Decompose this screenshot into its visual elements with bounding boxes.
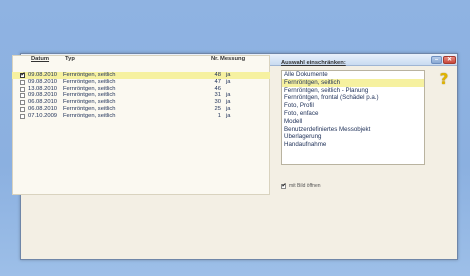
cell-nr: 48 [214,72,221,78]
cell-datum: 06.08.2010 [28,99,58,106]
cell-typ: Fernröntgen, seitlich [63,85,116,92]
cell-nr: 30 [214,99,221,106]
document-list: 09.08.2010Fernröntgen, seitlich48ja09.08… [12,72,270,120]
row-checkbox[interactable] [20,106,25,112]
filter-item[interactable]: Überlagerung [282,133,424,141]
table-row[interactable]: 06.08.2010 Fernröntgen, seitlich 25 ja [12,106,270,113]
help-button[interactable]: ? [435,70,453,88]
column-header-nr[interactable]: Nr. [211,56,219,62]
cell-datum: 13.08.2010 [28,85,58,92]
cell-messung: ja [226,99,231,106]
table-row[interactable]: 09.08.2010 Fernröntgen, seitlich 48 ja [12,72,270,79]
cell-nr: 1 [217,112,221,119]
help-icon: ? [439,70,449,88]
cell-datum: 09.08.2010 [28,92,58,99]
open-with-image-checkbox[interactable] [281,182,287,189]
cell-messung: ja [226,92,231,99]
cell-messung: ja [226,112,231,119]
row-checkbox[interactable] [20,113,25,119]
filter-item[interactable]: Handaufnahme [282,141,424,149]
row-checkbox[interactable] [20,93,25,99]
filter-item[interactable]: Foto, enface [282,110,424,118]
filter-item[interactable]: Modell [282,118,424,126]
cell-messung: ja [226,72,231,78]
row-checkbox[interactable] [20,79,25,85]
column-header-datum[interactable]: Datum [31,56,49,62]
cell-datum: 09.08.2010 [28,72,58,78]
filter-item[interactable]: Foto, Profil [282,102,424,110]
table-row[interactable]: 09.08.2010 Fernröntgen, seitlich 47 ja [12,79,270,86]
cell-nr: 47 [214,78,221,85]
document-list-header: Datum Typ Nr. Messung [12,55,270,64]
table-row[interactable]: 09.08.2010 Fernröntgen, seitlich 31 ja [12,92,270,99]
cell-typ: Fernröntgen, seitlich [63,105,116,112]
cell-typ: Fernröntgen, seitlich [63,72,116,78]
row-checkbox[interactable] [20,100,25,106]
filter-item[interactable]: Benutzerdefiniertes Messobjekt [282,126,424,134]
open-with-image-label: mit Bild öffnen [289,183,321,189]
column-header-messung[interactable]: Messung [220,56,245,62]
cell-typ: Fernröntgen, seitlich [63,112,116,119]
cell-typ: Fernröntgen, seitlich [63,92,116,99]
row-checkbox[interactable] [20,72,26,79]
filter-item[interactable]: Fernröntgen, frontal (Schädel p.a.) [282,94,424,102]
cell-datum: 07.10.2009 [28,112,58,119]
close-window-button[interactable]: ✕ [443,55,456,64]
row-checkbox[interactable] [20,86,25,92]
open-with-image-option[interactable]: mit Bild öffnen [281,182,321,189]
column-header-typ[interactable]: Typ [65,56,75,62]
table-row[interactable]: 13.08.2010 Fernröntgen, seitlich 46 [12,86,270,93]
cell-typ: Fernröntgen, seitlich [63,99,116,106]
table-row[interactable]: 06.08.2010 Fernröntgen, seitlich 30 ja [12,99,270,106]
filter-label: Auswahl einschränken: [281,60,346,66]
cell-messung: ja [226,78,231,85]
filter-item[interactable]: Fernröntgen, seitlich - Planung [282,87,424,95]
cell-datum: 09.08.2010 [28,78,58,85]
filter-item[interactable]: Alle Dokumente [282,71,424,79]
filter-listbox[interactable]: Alle Dokumente Fernröntgen, seitlich Fernr… [281,70,425,165]
cell-nr: 46 [214,85,221,92]
cell-nr: 25 [214,105,221,112]
table-row[interactable]: 07.10.2009 Fernröntgen, seitlich 1 ja [12,113,270,120]
cell-messung: ja [226,105,231,112]
cell-datum: 06.08.2010 [28,105,58,112]
cell-nr: 31 [214,92,221,99]
minimize-button[interactable]: – [431,55,442,64]
cell-typ: Fernröntgen, seitlich [63,78,116,85]
filter-item[interactable]: Fernröntgen, seitlich [282,78,424,87]
